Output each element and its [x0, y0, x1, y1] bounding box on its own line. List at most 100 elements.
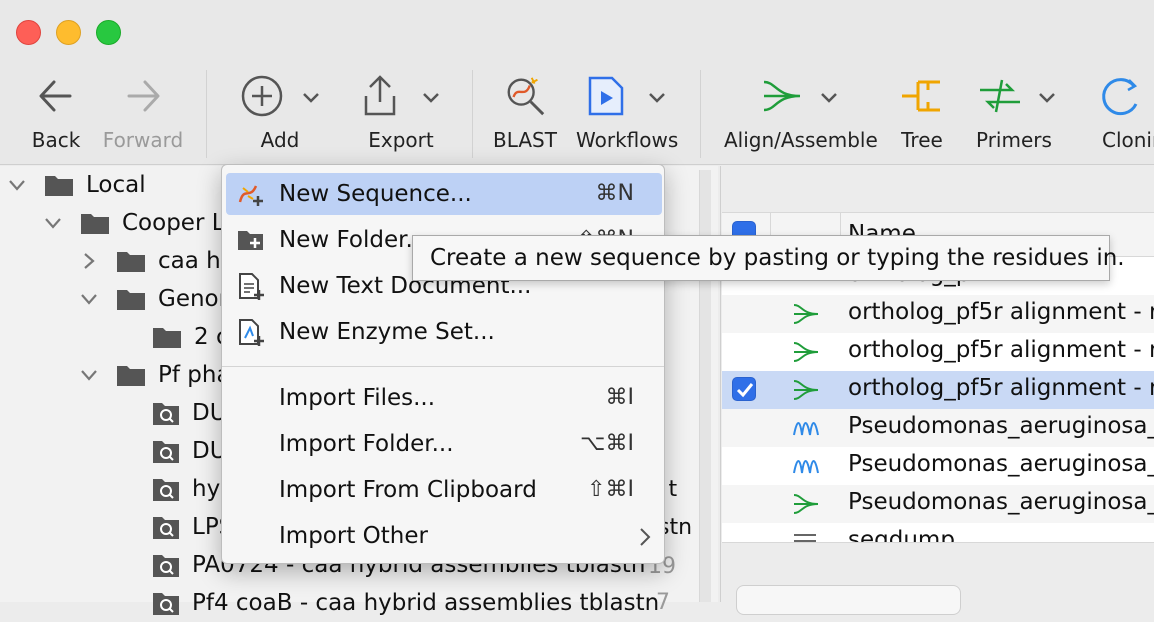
menu-shortcut: ⌥⌘I: [580, 431, 634, 456]
tree-label: Pf pha: [158, 362, 231, 388]
menu-item-label: New Enzyme Set...: [279, 319, 495, 345]
row-name: Pseudomonas_aeruginosa_: [848, 413, 1154, 439]
table-row[interactable]: ortholog_pf5r alignment - re: [722, 295, 1154, 333]
forward-arrow-icon: [127, 80, 160, 112]
chevron-down-icon: [1039, 93, 1055, 103]
row-name: ortholog_pf5r alignment - re: [848, 299, 1154, 325]
menu-item-label: Import Folder...: [279, 431, 454, 457]
new-enzyme-set-icon: [239, 319, 264, 346]
document-viewer-area: [722, 542, 1154, 615]
add-button[interactable]: Add: [236, 62, 326, 165]
menu-item-new-enzyme-set[interactable]: New Enzyme Set...: [226, 311, 662, 353]
menu-shortcut: ⌘I: [605, 385, 635, 410]
sequence-icon: [793, 460, 819, 474]
text-list-icon: [794, 534, 816, 542]
blast-magnifier-icon: [507, 77, 545, 116]
blast-button[interactable]: BLAST: [492, 62, 558, 165]
viewer-tab[interactable]: [736, 585, 961, 615]
table-row[interactable]: Pseudomonas_aeruginosa_: [722, 485, 1154, 523]
table-row[interactable]: seqdump: [722, 523, 1154, 542]
menu-item-new-sequence[interactable]: New Sequence... ⌘N: [226, 173, 662, 215]
align-icon: [763, 80, 801, 112]
minimize-window-button[interactable]: [56, 20, 81, 45]
menu-item-import-folder[interactable]: Import Folder... ⌥⌘I: [226, 423, 662, 465]
add-circle-icon: [241, 75, 283, 117]
checkmark-icon: [736, 383, 754, 398]
table-row[interactable]: ortholog_pf5r alignment - re: [722, 333, 1154, 371]
alignment-icon: [793, 494, 819, 514]
folder-icon: [153, 328, 181, 348]
chevron-down-icon: [303, 93, 319, 103]
chevron-down-icon: [423, 93, 439, 103]
disclosure-collapsed-icon[interactable]: [80, 252, 98, 270]
tree-button[interactable]: Tree: [896, 62, 948, 165]
menu-item-import-other[interactable]: Import Other: [226, 515, 662, 557]
new-sequence-tooltip: Create a new sequence by pasting or typi…: [412, 235, 1125, 281]
search-folder-icon: [153, 441, 179, 463]
back-button[interactable]: Back: [22, 62, 90, 165]
export-icon: [364, 75, 396, 116]
menu-item-label: New Sequence...: [279, 181, 472, 207]
tree-label: Genor: [158, 286, 229, 312]
row-checkbox[interactable]: [732, 377, 756, 401]
tree-item-caa-hybrid[interactable]: caa hy: [80, 242, 234, 280]
export-button[interactable]: Export: [358, 62, 444, 165]
search-folder-icon: [153, 479, 179, 501]
menu-item-label: Import From Clipboard: [279, 477, 537, 503]
align-assemble-button[interactable]: Align/Assemble: [724, 62, 878, 165]
menu-shortcut: ⇧⌘I: [587, 477, 634, 502]
toolbar-separator: [700, 70, 701, 158]
cloning-circle-icon: [1102, 78, 1138, 116]
close-window-button[interactable]: [16, 20, 41, 45]
toolbar-separator: [206, 70, 207, 158]
tree-item-search-du-2[interactable]: DU: [152, 432, 227, 470]
alignment-icon: [793, 342, 819, 362]
tree-icon: [902, 80, 940, 112]
back-arrow-icon: [39, 80, 72, 112]
forward-button[interactable]: Forward: [100, 62, 186, 165]
row-name: seqdump: [848, 527, 955, 542]
cloning-label: Clonin: [1102, 128, 1154, 152]
row-name: ortholog_pf5r alignment - re: [848, 337, 1154, 363]
zoom-window-button[interactable]: [96, 20, 121, 45]
primers-icon: [980, 79, 1020, 113]
blast-label: BLAST: [493, 128, 557, 152]
menu-item-import-files[interactable]: Import Files... ⌘I: [226, 377, 662, 419]
primers-button[interactable]: Primers: [976, 62, 1062, 165]
add-dropdown-menu: New Sequence... ⌘N New Folder... ⇧⌘N New…: [221, 164, 665, 564]
chevron-right-icon: [640, 528, 651, 546]
tree-item-search-du-1[interactable]: DU: [152, 394, 227, 432]
add-label: Add: [260, 128, 300, 152]
workflows-button[interactable]: Workflows: [576, 62, 678, 165]
table-row[interactable]: Pseudomonas_aeruginosa_: [722, 409, 1154, 447]
folder-icon: [45, 176, 73, 196]
back-label: Back: [31, 128, 81, 152]
chevron-down-icon: [649, 93, 665, 103]
search-folder-icon: [153, 555, 179, 577]
tree-item-cooper-lab[interactable]: Cooper La: [44, 204, 239, 242]
tree-item-2c[interactable]: 2 c: [152, 318, 229, 356]
window-titlebar: [0, 0, 1154, 62]
new-folder-icon: [238, 231, 263, 250]
disclosure-expanded-icon[interactable]: [80, 366, 98, 384]
forward-label: Forward: [102, 128, 184, 152]
menu-item-import-clipboard[interactable]: Import From Clipboard ⇧⌘I: [226, 469, 662, 511]
disclosure-expanded-icon[interactable]: [80, 290, 98, 308]
tree-item-local[interactable]: Local: [8, 166, 146, 204]
tree-label: Local: [86, 172, 146, 198]
tree-item-search-pf4[interactable]: Pf4 coaB - caa hybrid assemblies tblastn: [152, 584, 659, 622]
disclosure-expanded-icon[interactable]: [44, 214, 62, 232]
folder-icon: [117, 290, 145, 310]
tree-item-genomes[interactable]: Genor: [80, 280, 228, 318]
row-name: Pseudomonas_aeruginosa_: [848, 489, 1154, 515]
menu-separator: [222, 366, 664, 367]
alignment-icon: [793, 380, 819, 400]
export-label: Export: [368, 128, 434, 152]
disclosure-expanded-icon[interactable]: [8, 176, 26, 194]
search-folder-icon: [153, 517, 179, 539]
menu-item-label: Import Other: [279, 523, 428, 549]
table-row[interactable]: Pseudomonas_aeruginosa_: [722, 447, 1154, 485]
table-row-selected[interactable]: ortholog_pf5r alignment - re: [722, 371, 1154, 409]
cloning-button[interactable]: Clonin: [1094, 62, 1154, 165]
tree-item-pf-phage[interactable]: Pf pha: [80, 356, 231, 394]
